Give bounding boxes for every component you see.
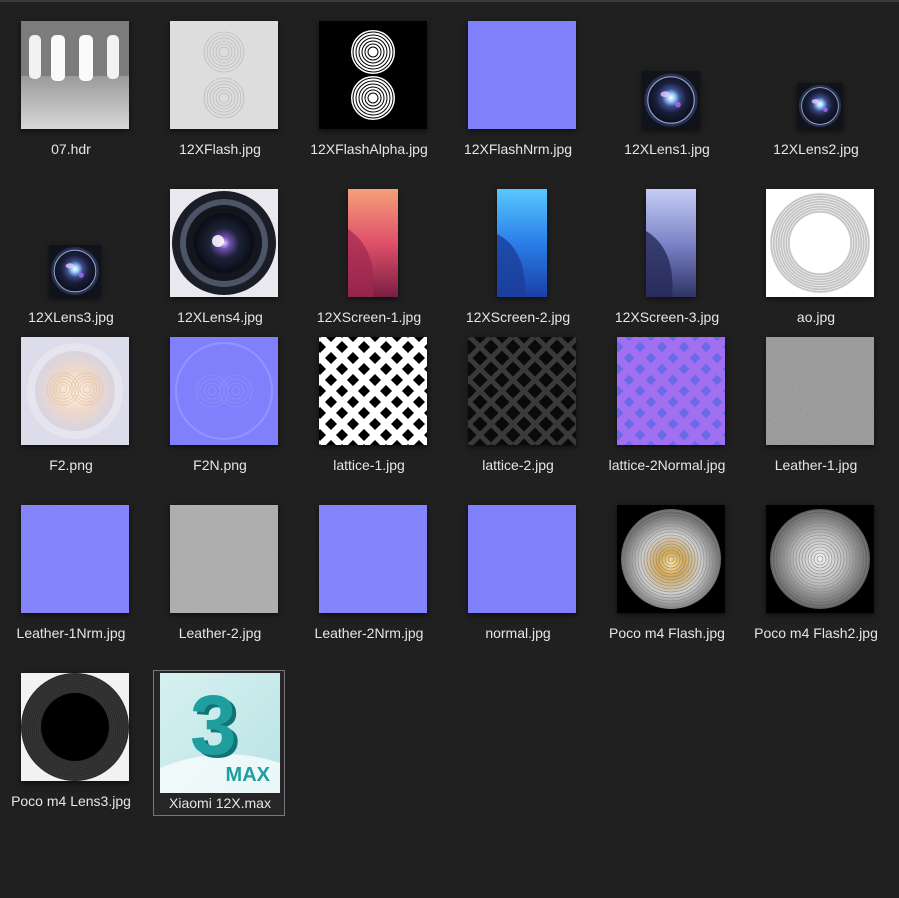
file-item[interactable]: 12XFlashAlpha.jpg (302, 18, 434, 178)
file-name: 12XLens1.jpg (624, 141, 710, 157)
file-name: Leather-1.jpg (774, 457, 858, 473)
flash-normal-thumbnail (170, 337, 278, 445)
file-item[interactable]: 12XLens1.jpg (600, 18, 732, 178)
lens-thumbnail (797, 83, 843, 129)
leather-gray-thumbnail (766, 337, 874, 445)
file-name: Poco m4 Flash2.jpg (754, 625, 878, 641)
file-item[interactable]: Leather-2Nrm.jpg (302, 502, 434, 662)
file-item[interactable]: 12XFlashNrm.jpg (451, 18, 583, 178)
leather-bump-thumbnail (170, 505, 278, 613)
file-name: 12XFlashAlpha.jpg (310, 141, 428, 157)
lens-thumbnail (642, 71, 700, 129)
lattice-dark-thumbnail (468, 337, 576, 445)
file-item[interactable]: Leather-1.jpg (749, 334, 881, 494)
wallpaper-lavender-thumbnail (646, 189, 696, 297)
file-name: normal.jpg (485, 625, 551, 641)
top-divider (0, 0, 899, 2)
file-item[interactable]: ao.jpg (749, 186, 881, 346)
flash-glow-thumbnail (21, 337, 129, 445)
file-item[interactable]: 12XScreen-1.jpg (302, 186, 434, 346)
leather-normal-thumbnail (21, 505, 129, 613)
file-name: 12XFlashNrm.jpg (463, 141, 573, 157)
file-name: 12XScreen-1.jpg (316, 309, 422, 325)
lens-thumbnail (49, 245, 101, 297)
flash-rings-light-thumbnail (170, 21, 278, 129)
file-item[interactable]: Poco m4 Flash.jpg (600, 502, 732, 662)
file-item[interactable]: F2.png (4, 334, 136, 494)
flash-warm-thumbnail (617, 505, 725, 613)
file-item[interactable]: 12XFlash.jpg (153, 18, 285, 178)
wallpaper-blue-thumbnail (497, 189, 547, 297)
file-item[interactable]: Poco m4 Lens3.jpg (4, 670, 136, 830)
file-name: 12XLens2.jpg (773, 141, 859, 157)
file-item[interactable]: 12XScreen-2.jpg (451, 186, 583, 346)
normal-map-flat-thumbnail (468, 505, 576, 613)
file-item[interactable]: Poco m4 Flash2.jpg (749, 502, 881, 662)
file-item[interactable]: Leather-1Nrm.jpg (4, 502, 136, 662)
file-name: F2.png (49, 457, 93, 473)
file-item[interactable]: 12XLens3.jpg (4, 186, 136, 346)
normal-map-flat-thumbnail (468, 21, 576, 129)
file-item[interactable]: F2N.png (153, 334, 285, 494)
file-name: F2N.png (193, 457, 247, 473)
file-name: Poco m4 Flash.jpg (609, 625, 725, 641)
wallpaper-red-thumbnail (348, 189, 398, 297)
leather-normal-thumbnail (319, 505, 427, 613)
file-item[interactable]: 12XLens4.jpg (153, 186, 285, 346)
file-name: 12XScreen-3.jpg (614, 309, 720, 325)
file-name: lattice-1.jpg (333, 457, 405, 473)
file-name: 12XFlash.jpg (179, 141, 261, 157)
file-item[interactable]: lattice-1.jpg (302, 334, 434, 494)
file-item[interactable]: normal.jpg (451, 502, 583, 662)
hdr-room-thumbnail (21, 21, 129, 129)
file-item[interactable]: 12XScreen-3.jpg (600, 186, 732, 346)
lattice-normal-thumbnail (617, 337, 725, 445)
file-name: 12XLens3.jpg (28, 309, 114, 325)
file-item[interactable]: 12XLens2.jpg (749, 18, 881, 178)
file-item[interactable]: Leather-2.jpg (153, 502, 285, 662)
file-name: 12XLens4.jpg (177, 309, 263, 325)
file-name: 07.hdr (51, 141, 91, 157)
file-name: Xiaomi 12X.max (169, 795, 271, 811)
file-name: Leather-2Nrm.jpg (314, 625, 424, 641)
file-name: Leather-1Nrm.jpg (16, 625, 126, 641)
file-name: Poco m4 Lens3.jpg (11, 793, 131, 809)
lattice-white-thumbnail (319, 337, 427, 445)
file-name: 12XScreen-2.jpg (465, 309, 571, 325)
lens-ring-black-thumbnail (21, 673, 129, 781)
file-name: lattice-2Normal.jpg (608, 457, 726, 473)
file-name: lattice-2.jpg (482, 457, 554, 473)
flash-rings-alpha-thumbnail (319, 21, 427, 129)
file-item[interactable]: 07.hdr (4, 18, 136, 178)
ao-ring-thumbnail (766, 189, 874, 297)
file-item[interactable]: lattice-2.jpg (451, 334, 583, 494)
lens-closeup-thumbnail (170, 189, 278, 297)
file-item[interactable]: lattice-2Normal.jpg (600, 334, 732, 494)
max-text: MAX (225, 764, 270, 786)
flash-silver-thumbnail (766, 505, 874, 613)
file-item[interactable]: 3 MAX Xiaomi 12X.max (153, 670, 285, 816)
3ds-max-icon: 3 MAX (160, 673, 280, 793)
file-name: Leather-2.jpg (178, 625, 262, 641)
file-name: ao.jpg (796, 309, 836, 325)
max-numeral: 3 (190, 678, 237, 772)
